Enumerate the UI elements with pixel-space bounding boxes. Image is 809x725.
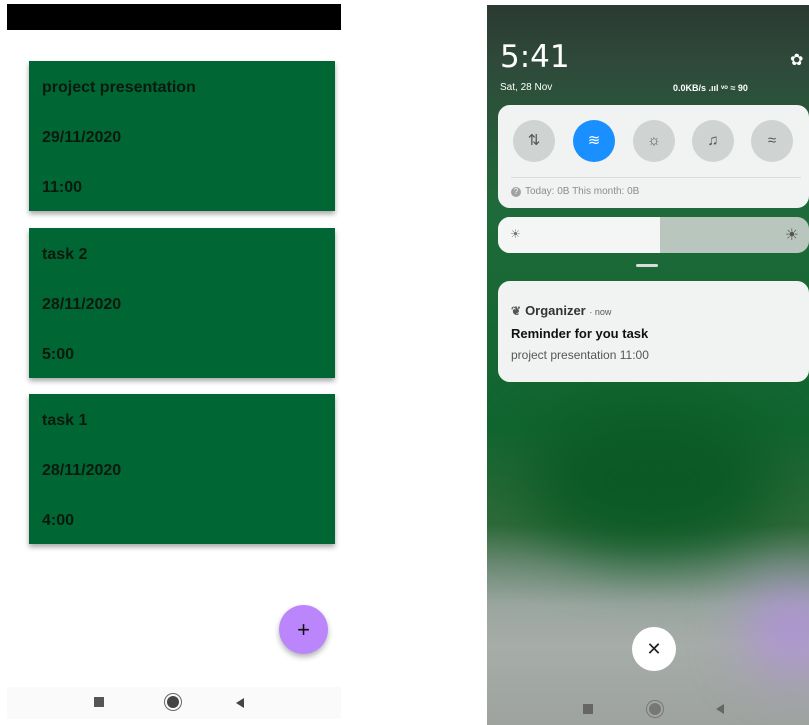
background-blur: [527, 405, 777, 555]
info-icon: ?: [511, 187, 521, 197]
drag-handle[interactable]: [636, 264, 658, 267]
task-date: 28/11/2020: [42, 296, 122, 313]
task-card[interactable]: task 2 28/11/2020 5:00: [29, 228, 335, 378]
navigation-bar: [7, 687, 341, 719]
wifi-icon[interactable]: ≋: [573, 120, 615, 162]
task-title: task 2: [42, 246, 88, 263]
app-screen: project presentation 29/11/2020 11:00 ta…: [7, 4, 341, 719]
task-time: 4:00: [42, 512, 75, 529]
brightness-fill: [498, 217, 660, 253]
task-time: 5:00: [42, 346, 75, 363]
gear-icon[interactable]: ✿: [790, 50, 803, 70]
leaf-icon: ❦: [511, 304, 522, 318]
navigation-bar: [487, 688, 809, 725]
add-task-button[interactable]: +: [279, 605, 328, 654]
task-time: 11:00: [42, 179, 83, 196]
hotspot-icon[interactable]: ≈: [751, 120, 793, 162]
task-title: task 1: [42, 412, 88, 429]
home-icon[interactable]: [167, 696, 179, 708]
divider: [511, 177, 801, 178]
app-name: Organizer: [525, 303, 586, 318]
back-icon[interactable]: [716, 704, 724, 714]
notification-header: ❦ Organizer · now: [511, 303, 611, 318]
task-card[interactable]: project presentation 29/11/2020 11:00: [29, 61, 335, 211]
data-usage-row: ? Today: 0B This month: 0B: [511, 186, 639, 197]
brightness-high-icon: ☀: [784, 227, 799, 244]
recents-icon[interactable]: [583, 704, 593, 714]
clock: 5:41: [500, 39, 570, 75]
mobile-data-icon[interactable]: ⇅: [513, 120, 555, 162]
home-icon[interactable]: [649, 703, 661, 715]
task-date: 28/11/2020: [42, 462, 122, 479]
task-title: project presentation: [42, 79, 196, 96]
notification-shade: 5:41 ✿ Sat, 28 Nov 0.0KB/s .ııl ᵛᵒ ≈ 90 …: [487, 5, 809, 725]
notification-time: · now: [589, 307, 612, 317]
status-bar: [7, 4, 341, 30]
background-blur: [752, 590, 809, 670]
brightness-slider[interactable]: ☀ ☀: [498, 217, 809, 253]
task-date: 29/11/2020: [42, 129, 122, 146]
task-card[interactable]: task 1 28/11/2020 4:00: [29, 394, 335, 544]
recents-icon[interactable]: [94, 697, 104, 707]
quick-settings-panel: ⇅ ≋ ☼ ♫ ≈ ? Today: 0B This month: 0B: [498, 105, 809, 208]
clear-notifications-button[interactable]: ✕: [632, 627, 676, 671]
notification-body: project presentation 11:00: [511, 348, 649, 362]
status-icons: 0.0KB/s .ııl ᵛᵒ ≈ 90: [673, 83, 748, 93]
notification-title: Reminder for you task: [511, 326, 649, 341]
bell-icon[interactable]: ♫: [692, 120, 734, 162]
back-icon[interactable]: [236, 698, 244, 708]
data-usage-text: Today: 0B This month: 0B: [525, 186, 640, 197]
brightness-low-icon: ☀: [510, 227, 521, 241]
notification-card[interactable]: ❦ Organizer · now Reminder for you task p…: [498, 281, 809, 382]
date: Sat, 28 Nov: [500, 82, 553, 93]
flashlight-icon[interactable]: ☼: [633, 120, 675, 162]
